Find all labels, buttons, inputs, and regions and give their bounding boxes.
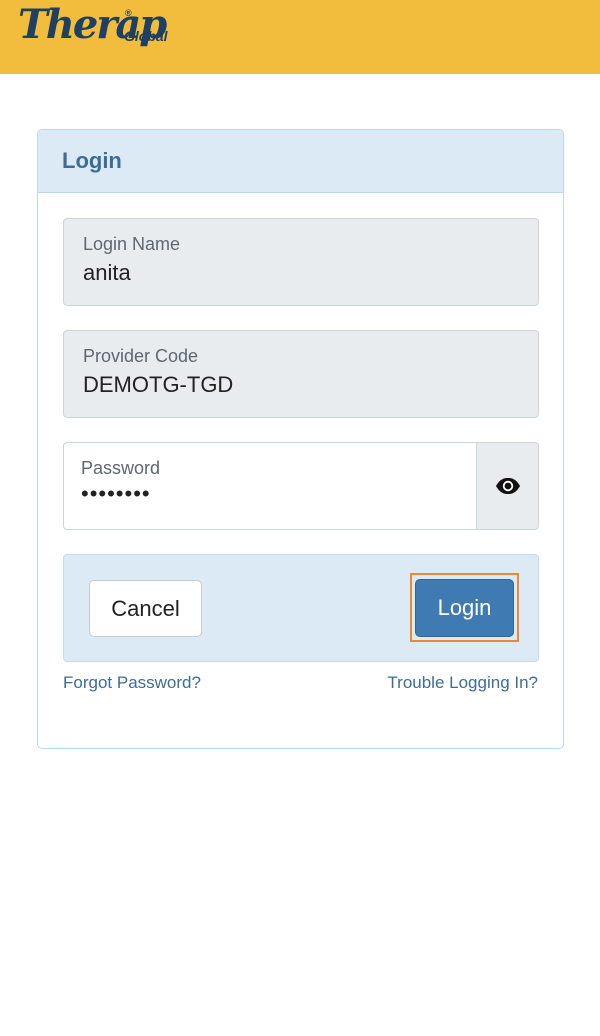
login-actions-panel: Cancel Login (63, 554, 539, 662)
password-field[interactable]: Password •••••••• (63, 442, 477, 530)
cancel-button[interactable]: Cancel (89, 580, 202, 637)
show-password-button[interactable] (476, 442, 539, 530)
login-name-field[interactable]: Login Name anita (63, 218, 539, 306)
provider-code-field[interactable]: Provider Code DEMOTG-TGD (63, 330, 539, 418)
login-button[interactable]: Login (415, 579, 514, 637)
password-value[interactable]: •••••••• (81, 481, 151, 507)
login-name-value[interactable]: anita (83, 260, 131, 286)
provider-code-value[interactable]: DEMOTG-TGD (83, 372, 233, 398)
eye-icon (496, 478, 520, 494)
login-name-label: Login Name (83, 234, 181, 254)
trouble-logging-in-link[interactable]: Trouble Logging In? (387, 673, 538, 693)
app-header: Therap ® Global (0, 0, 600, 74)
password-label: Password (81, 458, 161, 478)
therap-global-logo[interactable]: Therap ® Global (18, 2, 188, 52)
logo-subtitle: Global (124, 28, 168, 44)
login-card: Login Login Name anita Provider Code DEM… (37, 129, 564, 749)
forgot-password-link[interactable]: Forgot Password? (63, 673, 201, 693)
login-card-title: Login (38, 130, 563, 193)
logo-registered-mark: ® (125, 8, 132, 18)
provider-code-label: Provider Code (83, 346, 199, 366)
